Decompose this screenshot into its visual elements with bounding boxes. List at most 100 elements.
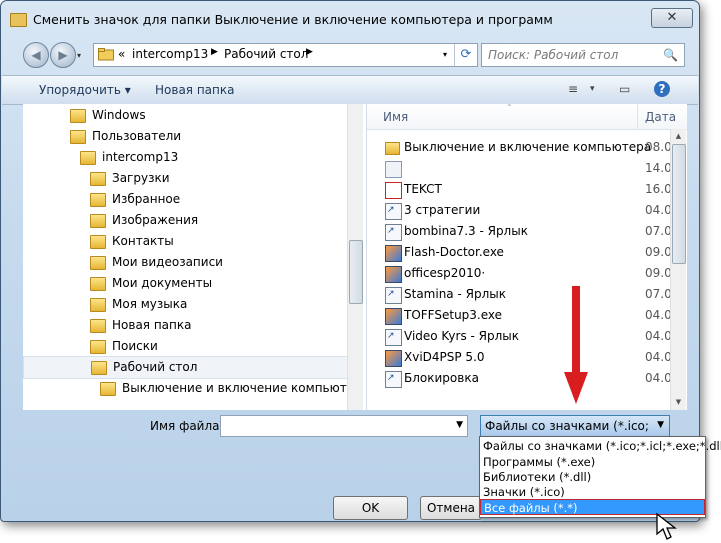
back-button[interactable]: ◀ xyxy=(23,42,49,68)
breadcrumb-separator-icon[interactable]: ▶ xyxy=(211,47,218,57)
file-name: Блокировка xyxy=(404,371,479,385)
tree-item-label: Мои видеозаписи xyxy=(112,255,223,269)
tree-item-label: Новая папка xyxy=(112,318,192,332)
tree-item-label: Изображения xyxy=(112,213,199,227)
breadcrumb-item-desktop[interactable]: Рабочий стол xyxy=(224,47,308,61)
tree-item-label: Пользователи xyxy=(92,129,182,143)
new-folder-button[interactable]: Новая папка xyxy=(155,83,234,97)
file-name: Stamina - Ярлык xyxy=(404,287,506,301)
file-type-option[interactable]: Значки (*.ico) xyxy=(480,484,706,500)
filename-label: Имя файла: xyxy=(150,419,224,433)
file-list-scrollbar[interactable]: ▲ ▼ xyxy=(670,129,686,410)
title-bar[interactable]: Сменить значок для папки Выключение и вк… xyxy=(1,1,699,35)
tree-scrollbar[interactable] xyxy=(347,104,363,410)
file-row[interactable]: Stamina - Ярлык07.06 xyxy=(367,284,679,305)
breadcrumb-separator-icon[interactable]: ▶ xyxy=(306,47,313,57)
exe-icon xyxy=(385,266,402,283)
file-name: TOFFSetup3.exe xyxy=(404,308,503,322)
music-folder-icon xyxy=(90,298,106,312)
tree-item-label: Рабочий стол xyxy=(113,360,198,374)
file-row[interactable]: officesp2010· 09.06 xyxy=(367,263,679,284)
views-dropdown-icon[interactable]: ▾ xyxy=(590,84,595,94)
file-type-option[interactable]: Файлы со значками (*.ico;*.icl;*.exe;*.d… xyxy=(480,438,721,454)
column-header-name[interactable]: Имя xyxy=(383,110,408,124)
forward-button[interactable]: ▶ xyxy=(50,42,76,68)
organize-button[interactable]: Упорядочить ▾ xyxy=(39,83,131,97)
file-row[interactable]: TEKCT 16.06 xyxy=(367,179,679,200)
file-row[interactable]: bombina7.3 - Ярлык07.06 xyxy=(367,221,679,242)
search-placeholder: Поиск: Рабочий стол xyxy=(488,48,619,62)
scroll-up-arrow-icon[interactable]: ▲ xyxy=(671,129,686,144)
scrollbar-thumb[interactable] xyxy=(672,144,686,264)
preview-pane-icon[interactable]: ▭ xyxy=(619,82,630,96)
chevron-down-icon[interactable]: ▼ xyxy=(456,420,463,430)
filename-field[interactable]: ▼ xyxy=(220,415,468,437)
file-type-option[interactable]: Программы (*.exe) xyxy=(480,454,706,470)
recent-pages-icon[interactable]: ▾ xyxy=(77,51,81,60)
file-name: officesp2010· xyxy=(404,266,486,280)
breadcrumb-item-user[interactable]: intercomp13 xyxy=(132,47,208,61)
tree-item-label: Windows xyxy=(92,108,146,122)
cancel-button[interactable]: Отмена xyxy=(420,496,482,520)
tree-item-label: Избранное xyxy=(112,192,181,206)
column-divider[interactable] xyxy=(637,104,638,129)
chevron-down-icon[interactable]: ▼ xyxy=(657,420,664,430)
file-row[interactable]: 14.06 xyxy=(367,158,679,179)
folder-app-icon xyxy=(10,13,27,27)
address-bar[interactable]: « intercomp13 ▶ Рабочий стол ▶ ▾ ⟳ xyxy=(93,43,478,67)
file-type-value: Файлы со значками (*.ico;*.icl xyxy=(485,419,649,433)
folder-icon xyxy=(70,130,86,144)
ok-button[interactable]: OK xyxy=(333,496,408,520)
shortcut-icon xyxy=(385,203,402,220)
exe-icon xyxy=(385,308,402,325)
column-header-date[interactable]: Дата xyxy=(645,110,676,124)
file-name: Video Kyrs - Ярлык xyxy=(404,329,520,343)
tree-item-label: Выключение и включение компьютера и xyxy=(122,381,348,395)
searches-folder-icon xyxy=(90,340,106,354)
file-type-option[interactable]: Библиотеки (*.dll) xyxy=(480,469,706,485)
file-name: TEKCT xyxy=(404,182,442,196)
file-type-select[interactable]: Файлы со значками (*.ico;*.icl ▼ xyxy=(480,415,670,437)
tree-item-label: intercomp13 xyxy=(102,150,179,164)
help-icon[interactable]: ? xyxy=(654,81,670,97)
file-row[interactable]: Flash-Doctor.exe 09.06 xyxy=(367,242,679,263)
file-row[interactable]: Video Kyrs - Ярлык04.06 xyxy=(367,326,679,347)
search-input[interactable]: Поиск: Рабочий стол 🔍 xyxy=(481,43,685,67)
file-row[interactable]: TOFFSetup3.exe 04.06 xyxy=(367,305,679,326)
file-name: Выключение и включение компьютера xyxy=(404,140,652,154)
contacts-folder-icon xyxy=(90,235,106,249)
shortcut-icon xyxy=(385,224,402,241)
file-type-dropdown-list: Файлы со значками (*.ico;*.icl;*.exe;*.d… xyxy=(479,436,721,518)
close-button[interactable]: ✕ xyxy=(651,8,693,28)
file-name: Flash-Doctor.exe xyxy=(404,245,504,259)
scrollbar-thumb[interactable] xyxy=(349,240,363,304)
column-header-row: ⌃ Имя Дата xyxy=(367,104,687,130)
tree-item-shutdown-folder[interactable]: Выключение и включение компьютера и xyxy=(100,378,348,399)
exe-icon xyxy=(385,350,402,367)
tree-item-label: Мои документы xyxy=(112,276,213,290)
file-row[interactable]: XviD4PSP 5.0 04.06 xyxy=(367,347,679,368)
views-icon[interactable]: ≡ xyxy=(568,82,578,96)
mouse-cursor-icon xyxy=(656,512,677,540)
address-history-icon[interactable]: ▾ xyxy=(437,44,453,66)
user-folder-icon xyxy=(80,151,96,165)
file-row[interactable]: Блокировка04.06 xyxy=(367,368,679,389)
breadcrumb-prefix[interactable]: « xyxy=(118,47,125,61)
scroll-down-arrow-icon[interactable]: ▼ xyxy=(671,395,686,410)
favorites-folder-icon xyxy=(90,193,106,207)
tree-item-desktop[interactable]: Рабочий стол xyxy=(23,356,350,379)
tree-item-label: Моя музыка xyxy=(112,297,188,311)
refresh-icon[interactable]: ⟳ xyxy=(454,44,477,66)
file-row[interactable]: 3 стратегии04.06 xyxy=(367,200,679,221)
file-row[interactable]: Выключение и включение компьютера 08.06 xyxy=(367,137,679,158)
tree-item-label: Загрузки xyxy=(112,171,170,185)
command-toolbar: Упорядочить ▾ Новая папка ≡ ▾ ▭ ? xyxy=(2,75,698,105)
tree-item-label: Поиски xyxy=(112,339,158,353)
search-icon[interactable]: 🔍 xyxy=(663,48,678,62)
generic-file-icon xyxy=(385,161,402,178)
file-name: 3 стратегии xyxy=(404,203,481,217)
folder-icon xyxy=(385,142,400,155)
pictures-folder-icon xyxy=(90,214,106,228)
shortcut-icon xyxy=(385,371,402,388)
folder-icon xyxy=(98,48,114,61)
